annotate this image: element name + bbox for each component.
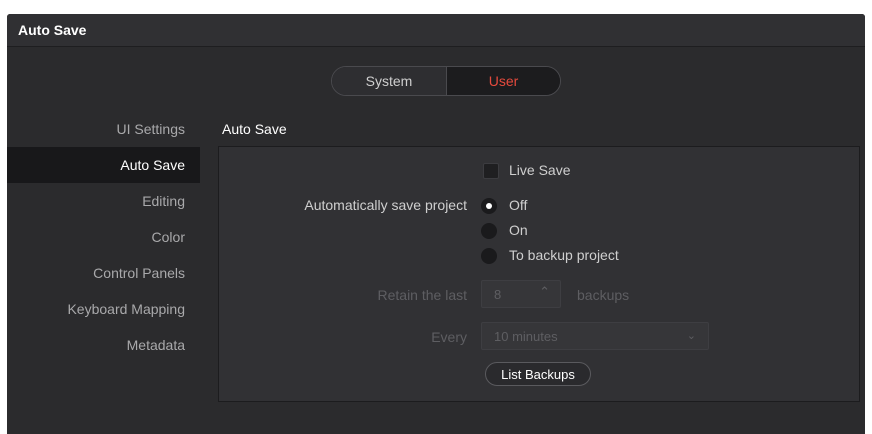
sidebar-item-metadata[interactable]: Metadata <box>7 327 200 363</box>
chevron-down-icon: ⌄ <box>686 330 696 342</box>
list-backups-button[interactable]: List Backups <box>485 362 591 386</box>
auto-save-panel: Live Save Automatically save project Off… <box>218 146 860 402</box>
sidebar-item-ui-settings[interactable]: UI Settings <box>7 111 200 147</box>
tab-system[interactable]: System <box>332 67 447 95</box>
radio-off-label: Off <box>509 197 528 213</box>
tab-user[interactable]: User <box>447 67 560 95</box>
sidebar-item-control-panels[interactable]: Control Panels <box>7 255 200 291</box>
window-title: Auto Save <box>18 22 87 38</box>
title-bar: Auto Save <box>7 14 865 47</box>
sidebar-item-keyboard-mapping[interactable]: Keyboard Mapping <box>7 291 200 327</box>
scope-toggle: System User <box>331 66 561 96</box>
preferences-window: Auto Save System User UI Settings Auto S… <box>7 14 865 434</box>
sidebar-item-editing[interactable]: Editing <box>7 183 200 219</box>
panel-title: Auto Save <box>222 121 287 137</box>
every-label: Every <box>431 329 467 345</box>
retain-suffix: backups <box>577 287 630 303</box>
retain-stepper[interactable]: 8 ⌃︎ <box>481 280 561 308</box>
retain-value: 8 <box>494 287 502 302</box>
retain-label: Retain the last <box>377 287 468 303</box>
live-save-checkbox[interactable] <box>483 163 499 179</box>
sidebar-item-auto-save[interactable]: Auto Save <box>7 147 200 183</box>
every-value: 10 minutes <box>494 329 558 344</box>
radio-backup-project[interactable] <box>481 248 497 264</box>
radio-on[interactable] <box>481 223 497 239</box>
auto-save-label: Automatically save project <box>304 197 467 213</box>
radio-off[interactable] <box>481 198 497 214</box>
up-down-stepper-icon: ⌃︎ <box>539 284 550 299</box>
every-dropdown[interactable]: 10 minutes ⌄ <box>481 322 709 350</box>
radio-on-label: On <box>509 222 528 238</box>
live-save-label: Live Save <box>509 162 571 178</box>
sidebar-item-color[interactable]: Color <box>7 219 200 255</box>
radio-backup-project-label: To backup project <box>509 247 619 263</box>
